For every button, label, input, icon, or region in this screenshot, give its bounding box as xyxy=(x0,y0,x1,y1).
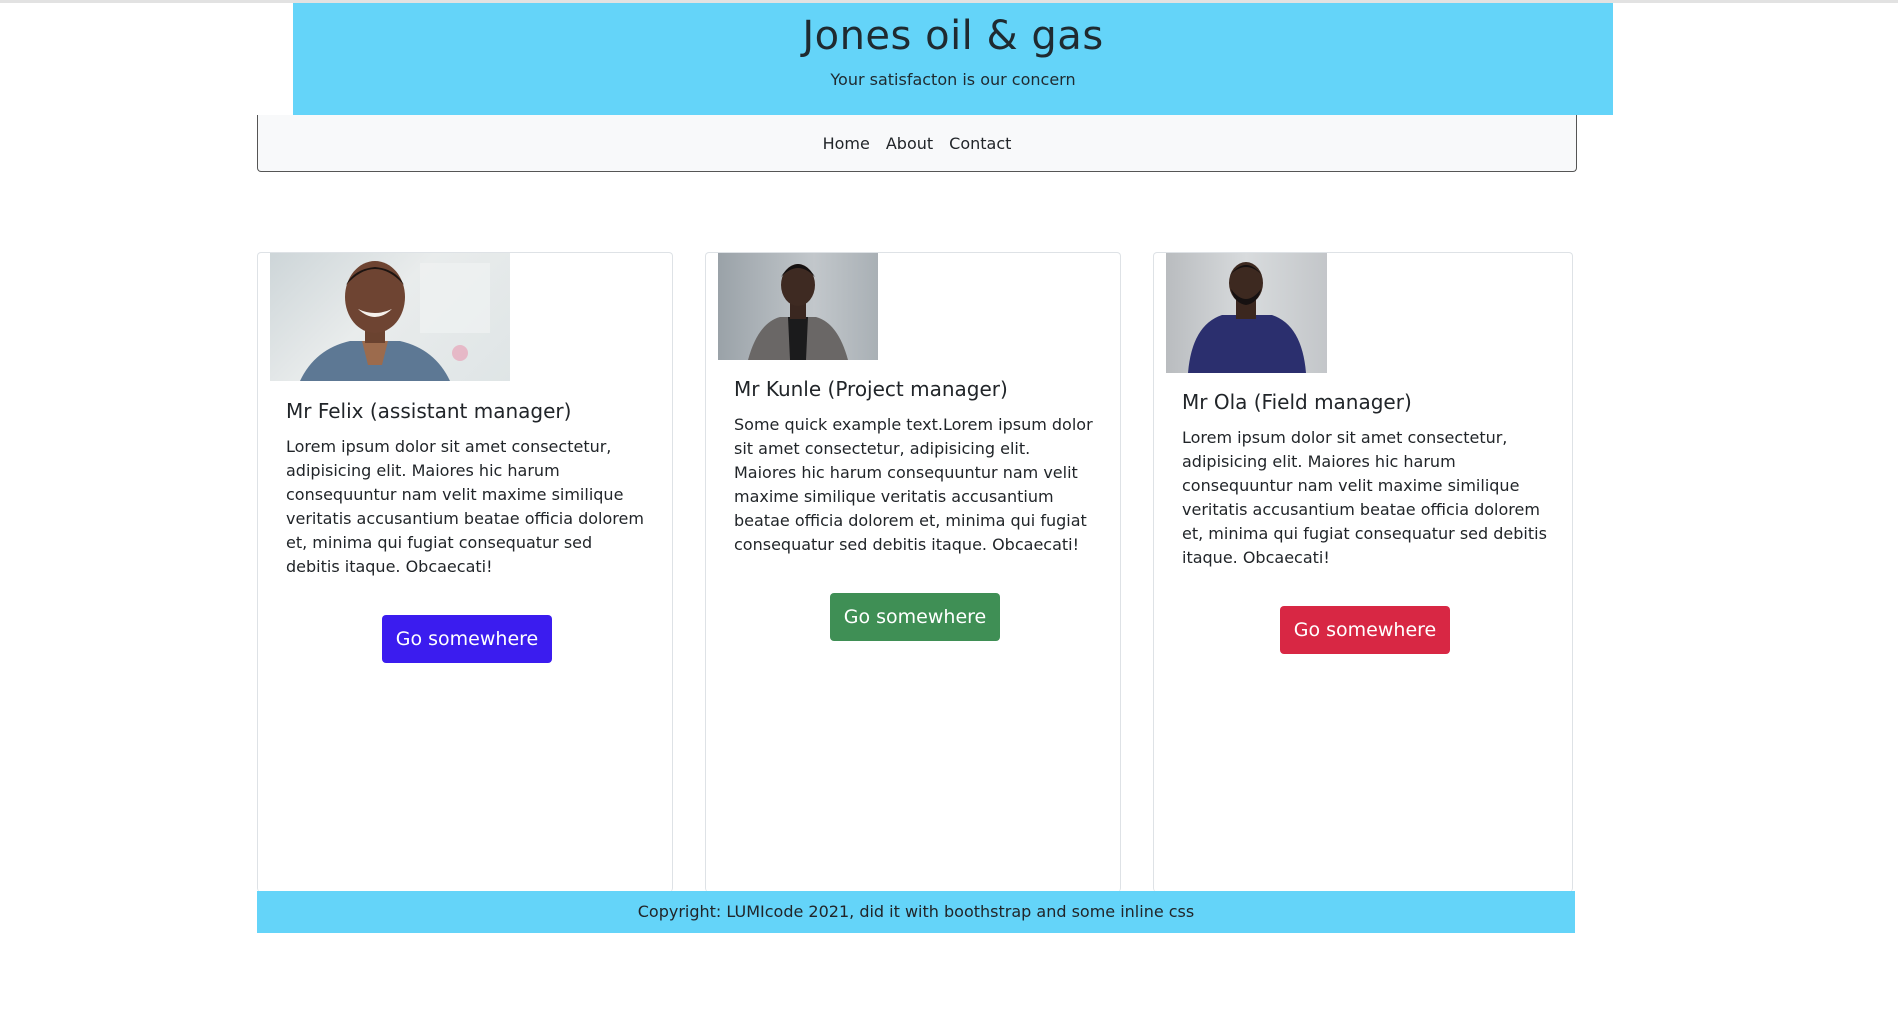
site-header: Jones oil & gas Your satisfacton is our … xyxy=(293,3,1613,115)
site-footer: Copyright: LUMIcode 2021, did it with bo… xyxy=(257,891,1575,933)
nav-link-about[interactable]: About xyxy=(886,134,933,153)
felix-photo xyxy=(270,253,510,381)
felix-card-body: Mr Felix (assistant manager) Lorem ipsum… xyxy=(286,399,648,663)
main-navbar: Home About Contact xyxy=(257,115,1577,172)
nav-link-contact[interactable]: Contact xyxy=(949,134,1011,153)
staff-card-felix: Mr Felix (assistant manager) Lorem ipsum… xyxy=(257,252,673,892)
ola-photo xyxy=(1166,253,1327,373)
kunle-card-body: Mr Kunle (Project manager) Some quick ex… xyxy=(734,377,1096,641)
card-title: Mr Felix (assistant manager) xyxy=(286,399,572,423)
site-tagline: Your satisfacton is our concern xyxy=(830,70,1076,89)
ola-card-body: Mr Ola (Field manager) Lorem ipsum dolor… xyxy=(1182,390,1548,654)
card-text: Lorem ipsum dolor sit amet consectetur, … xyxy=(1182,428,1547,567)
card-text: Lorem ipsum dolor sit amet consectetur, … xyxy=(286,437,644,576)
staff-card-ola: Mr Ola (Field manager) Lorem ipsum dolor… xyxy=(1153,252,1573,892)
card-text: Some quick example text.Lorem ipsum dolo… xyxy=(734,415,1093,554)
go-somewhere-button[interactable]: Go somewhere xyxy=(1280,606,1450,654)
staff-card-kunle: Mr Kunle (Project manager) Some quick ex… xyxy=(705,252,1121,892)
card-title: Mr Kunle (Project manager) xyxy=(734,377,1008,401)
go-somewhere-button[interactable]: Go somewhere xyxy=(830,593,1000,641)
kunle-photo xyxy=(718,253,878,360)
nav-link-home[interactable]: Home xyxy=(823,134,870,153)
card-title: Mr Ola (Field manager) xyxy=(1182,390,1412,414)
footer-copyright: Copyright: LUMIcode 2021, did it with bo… xyxy=(637,902,1195,921)
go-somewhere-button[interactable]: Go somewhere xyxy=(382,615,552,663)
site-title: Jones oil & gas xyxy=(802,13,1104,59)
staff-cards: Mr Felix (assistant manager) Lorem ipsum… xyxy=(257,252,1575,892)
